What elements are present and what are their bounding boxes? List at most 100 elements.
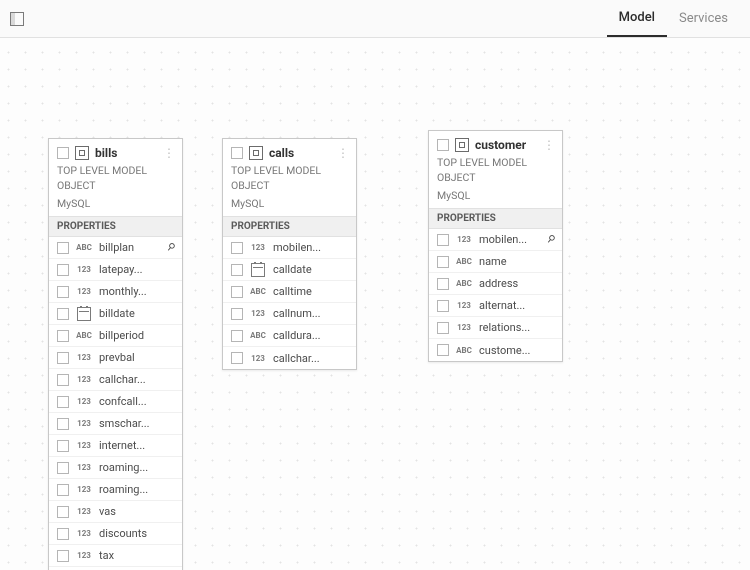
property-row[interactable]: 123roaming...	[49, 457, 182, 479]
property-checkbox[interactable]	[231, 352, 243, 364]
type-date-icon	[251, 263, 265, 277]
key-icon: ⚲	[544, 233, 557, 246]
entity-icon	[249, 146, 263, 160]
type-number-icon: 123	[455, 323, 473, 332]
property-row[interactable]: ABCcustome...	[429, 339, 562, 361]
type-number-icon: 123	[75, 397, 93, 406]
property-row[interactable]: billdate	[49, 303, 182, 325]
type-number-icon: 123	[75, 463, 93, 472]
topbar: Model Services	[0, 0, 750, 38]
property-row[interactable]: 123smschar...	[49, 413, 182, 435]
property-label: callnum...	[273, 307, 348, 320]
property-checkbox[interactable]	[57, 264, 69, 276]
property-checkbox[interactable]	[57, 550, 69, 562]
property-checkbox[interactable]	[231, 242, 243, 254]
property-row[interactable]: 123vas	[49, 501, 182, 523]
property-row[interactable]: 123mobilen...⚲	[429, 229, 562, 251]
panel-toggle-icon[interactable]	[10, 12, 24, 26]
property-checkbox[interactable]	[437, 344, 449, 356]
property-label: custome...	[479, 344, 554, 357]
property-label: calltime	[273, 285, 348, 298]
property-row[interactable]: 123internet...	[49, 435, 182, 457]
type-text-icon: ABC	[455, 257, 473, 266]
type-text-icon: ABC	[75, 243, 93, 252]
property-checkbox[interactable]	[57, 352, 69, 364]
property-checkbox[interactable]	[57, 396, 69, 408]
property-checkbox[interactable]	[57, 528, 69, 540]
property-row[interactable]: ABCaddress	[429, 273, 562, 295]
entity-customer[interactable]: customer⋮TOP LEVEL MODEL OBJECTMySQLPROP…	[428, 130, 563, 362]
property-checkbox[interactable]	[57, 330, 69, 342]
property-checkbox[interactable]	[57, 462, 69, 474]
property-checkbox[interactable]	[437, 300, 449, 312]
property-label: calldate	[273, 263, 348, 276]
property-checkbox[interactable]	[437, 256, 449, 268]
property-checkbox[interactable]	[231, 264, 243, 276]
property-checkbox[interactable]	[231, 286, 243, 298]
property-checkbox[interactable]	[57, 308, 69, 320]
property-row[interactable]: 123callnum...	[223, 303, 356, 325]
property-row[interactable]: 123 monthly...	[49, 281, 182, 303]
entity-datasource: MySQL	[437, 189, 554, 204]
property-row[interactable]: 123mobilen...	[223, 237, 356, 259]
property-row[interactable]: 123prevbal	[49, 347, 182, 369]
properties-header: PROPERTIES	[49, 216, 182, 237]
type-number-icon: 123	[75, 265, 93, 274]
property-checkbox[interactable]	[57, 242, 69, 254]
property-row[interactable]: ABC name	[429, 251, 562, 273]
property-row[interactable]: 123roaming...	[49, 479, 182, 501]
property-row[interactable]: 123discounts	[49, 523, 182, 545]
property-checkbox[interactable]	[57, 286, 69, 298]
entity-menu-icon[interactable]: ⋮	[163, 147, 174, 159]
type-number-icon: 123	[249, 243, 267, 252]
tab-services[interactable]: Services	[667, 1, 740, 36]
properties-header: PROPERTIES	[429, 208, 562, 229]
property-label: address	[479, 277, 554, 290]
property-row[interactable]: ABCcalldura...	[223, 325, 356, 347]
entity-checkbox[interactable]	[437, 139, 449, 151]
property-label: billplan	[99, 241, 161, 254]
entity-checkbox[interactable]	[231, 147, 243, 159]
property-checkbox[interactable]	[57, 418, 69, 430]
entity-icon	[75, 146, 89, 160]
tab-model[interactable]: Model	[607, 0, 667, 37]
property-checkbox[interactable]	[437, 278, 449, 290]
property-checkbox[interactable]	[57, 440, 69, 452]
property-checkbox[interactable]	[57, 506, 69, 518]
property-row[interactable]: 123callchar...	[49, 369, 182, 391]
entity-menu-icon[interactable]: ⋮	[543, 139, 554, 151]
property-checkbox[interactable]	[57, 374, 69, 386]
property-row[interactable]: ABCbillplan⚲	[49, 237, 182, 259]
property-label: calldura...	[273, 329, 348, 342]
property-label: roaming...	[99, 483, 174, 496]
entity-bills[interactable]: bills⋮TOP LEVEL MODEL OBJECTMySQLPROPERT…	[48, 138, 183, 570]
property-label: discounts	[99, 527, 174, 540]
property-row[interactable]: 123alternat...	[429, 295, 562, 317]
entity-checkbox[interactable]	[57, 147, 69, 159]
property-checkbox[interactable]	[437, 322, 449, 334]
entity-menu-icon[interactable]: ⋮	[337, 147, 348, 159]
property-row[interactable]: ABCbillperiod	[49, 325, 182, 347]
property-row[interactable]: ABCcalltime	[223, 281, 356, 303]
property-row[interactable]: 123callchar...	[223, 347, 356, 369]
property-label: name	[479, 255, 554, 268]
property-checkbox[interactable]	[231, 330, 243, 342]
property-label: billperiod	[99, 329, 174, 342]
property-row[interactable]: 123confcall...	[49, 391, 182, 413]
type-number-icon: 123	[75, 287, 93, 296]
property-checkbox[interactable]	[57, 484, 69, 496]
property-label: callchar...	[99, 373, 174, 386]
property-row[interactable]: 123latepay...	[49, 259, 182, 281]
property-row[interactable]: 123relations...	[429, 317, 562, 339]
entity-calls[interactable]: calls⋮TOP LEVEL MODEL OBJECTMySQLPROPERT…	[222, 138, 357, 370]
type-number-icon: 123	[75, 551, 93, 560]
property-row[interactable]: calldate	[223, 259, 356, 281]
property-checkbox[interactable]	[231, 308, 243, 320]
canvas[interactable]: bills⋮TOP LEVEL MODEL OBJECTMySQLPROPERT…	[0, 38, 750, 570]
property-checkbox[interactable]	[437, 234, 449, 246]
entity-header: bills⋮TOP LEVEL MODEL OBJECTMySQL	[49, 139, 182, 216]
entity-subtitle: TOP LEVEL MODEL OBJECT	[57, 164, 174, 193]
property-row[interactable]: 123tax	[49, 545, 182, 567]
property-label: monthly...	[99, 285, 174, 298]
type-number-icon: 123	[75, 507, 93, 516]
